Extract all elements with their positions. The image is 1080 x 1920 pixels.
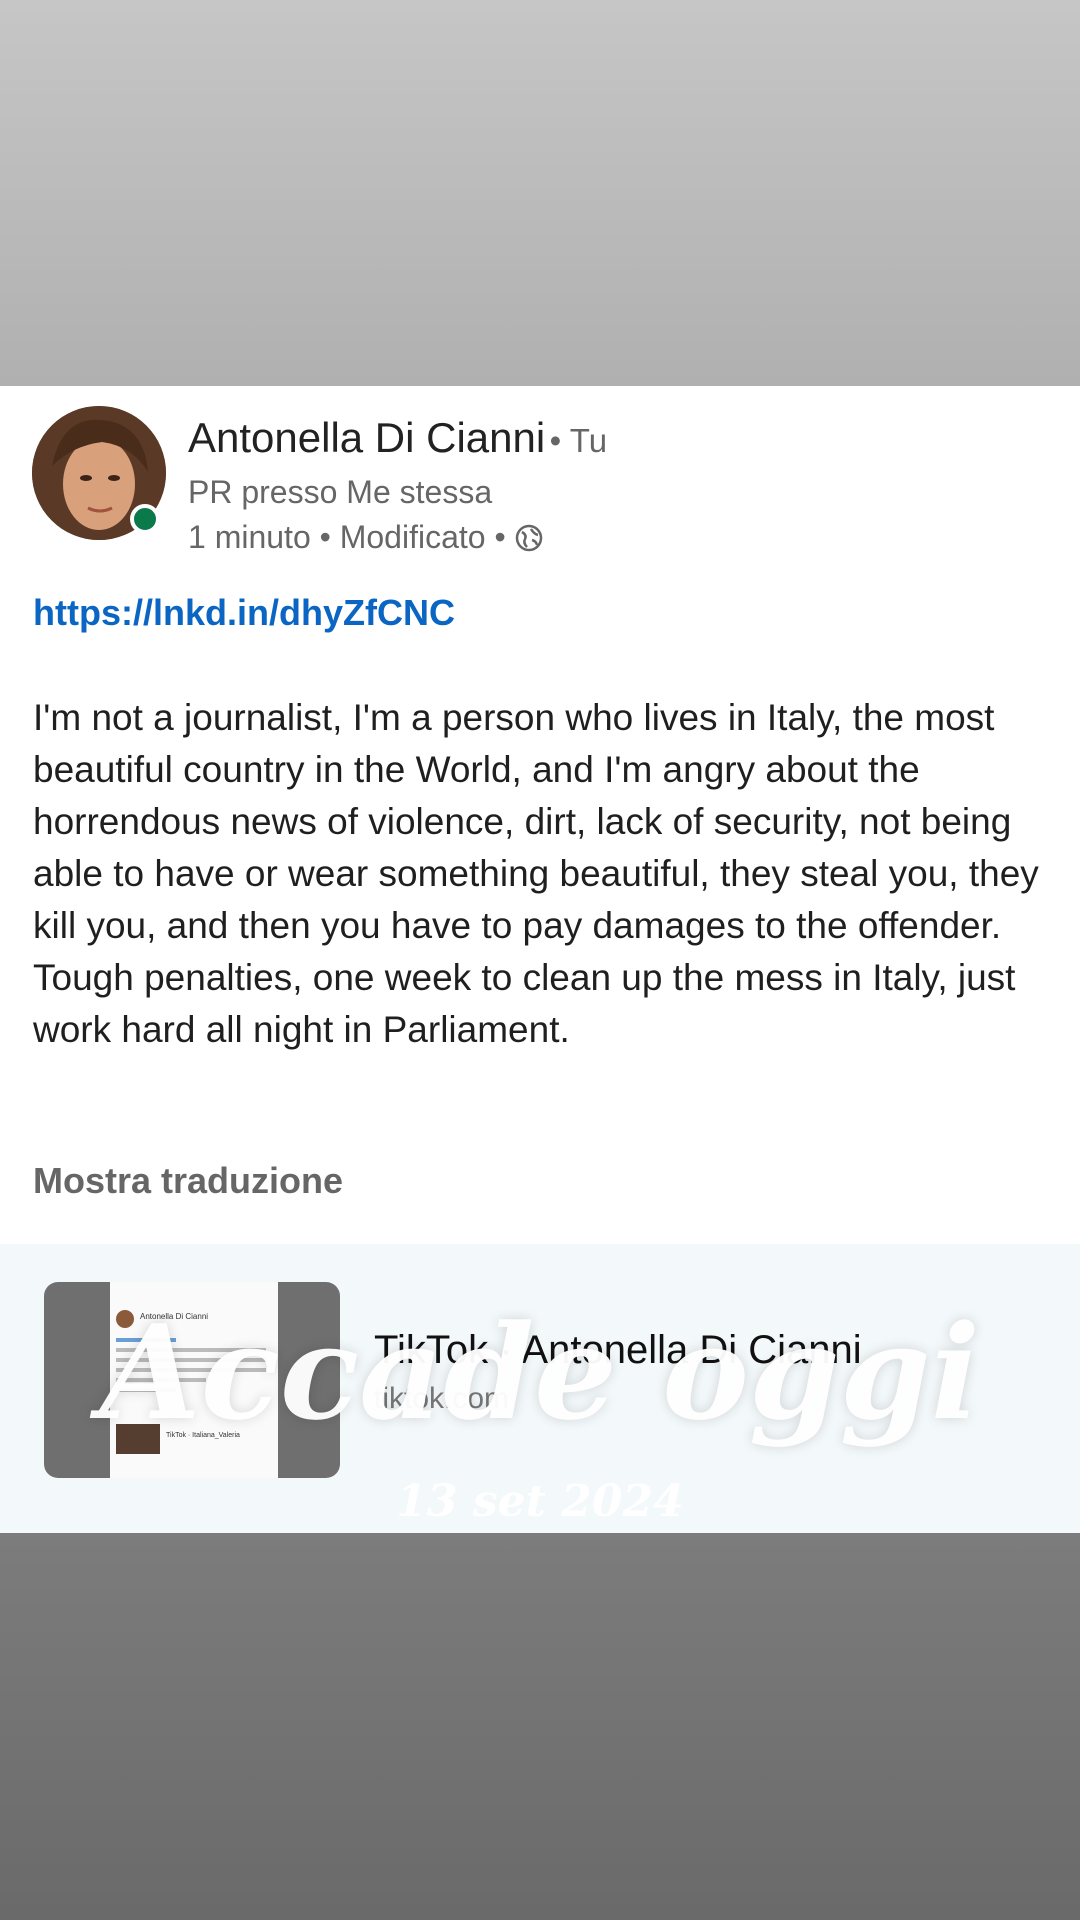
background-bottom xyxy=(0,1533,1080,1920)
meta-separator: • xyxy=(319,519,331,555)
author-headline: PR presso Me stessa xyxy=(188,474,493,510)
meta-separator-2: • xyxy=(494,519,506,555)
post-card: Antonella Di Cianni • Tu PR presso Me st… xyxy=(0,386,1080,1533)
post-meta: 1 minuto • Modificato • xyxy=(188,519,544,556)
background-top xyxy=(0,0,1080,386)
post-body: I'm not a journalist, I'm a person who l… xyxy=(33,692,1058,1056)
post-time: 1 minuto xyxy=(188,519,311,555)
globe-icon xyxy=(514,523,544,553)
post-link[interactable]: https://lnkd.in/dhyZfCNC xyxy=(33,592,455,634)
show-translation-button[interactable]: Mostra traduzione xyxy=(33,1160,343,1202)
memory-overlay-date: 13 set 2024 xyxy=(396,1476,684,1527)
author-line: Antonella Di Cianni • Tu xyxy=(188,414,607,462)
edited-label: Modificato xyxy=(339,519,486,555)
online-status-dot xyxy=(130,504,160,534)
post-paragraph: Tough penalties, one week to clean up th… xyxy=(33,957,1016,1050)
post-paragraph: I'm not a journalist, I'm a person who l… xyxy=(33,697,1039,946)
memory-overlay-title: Accade oggi xyxy=(99,1296,981,1449)
you-label: • Tu xyxy=(549,422,608,459)
author-name[interactable]: Antonella Di Cianni xyxy=(188,414,545,461)
